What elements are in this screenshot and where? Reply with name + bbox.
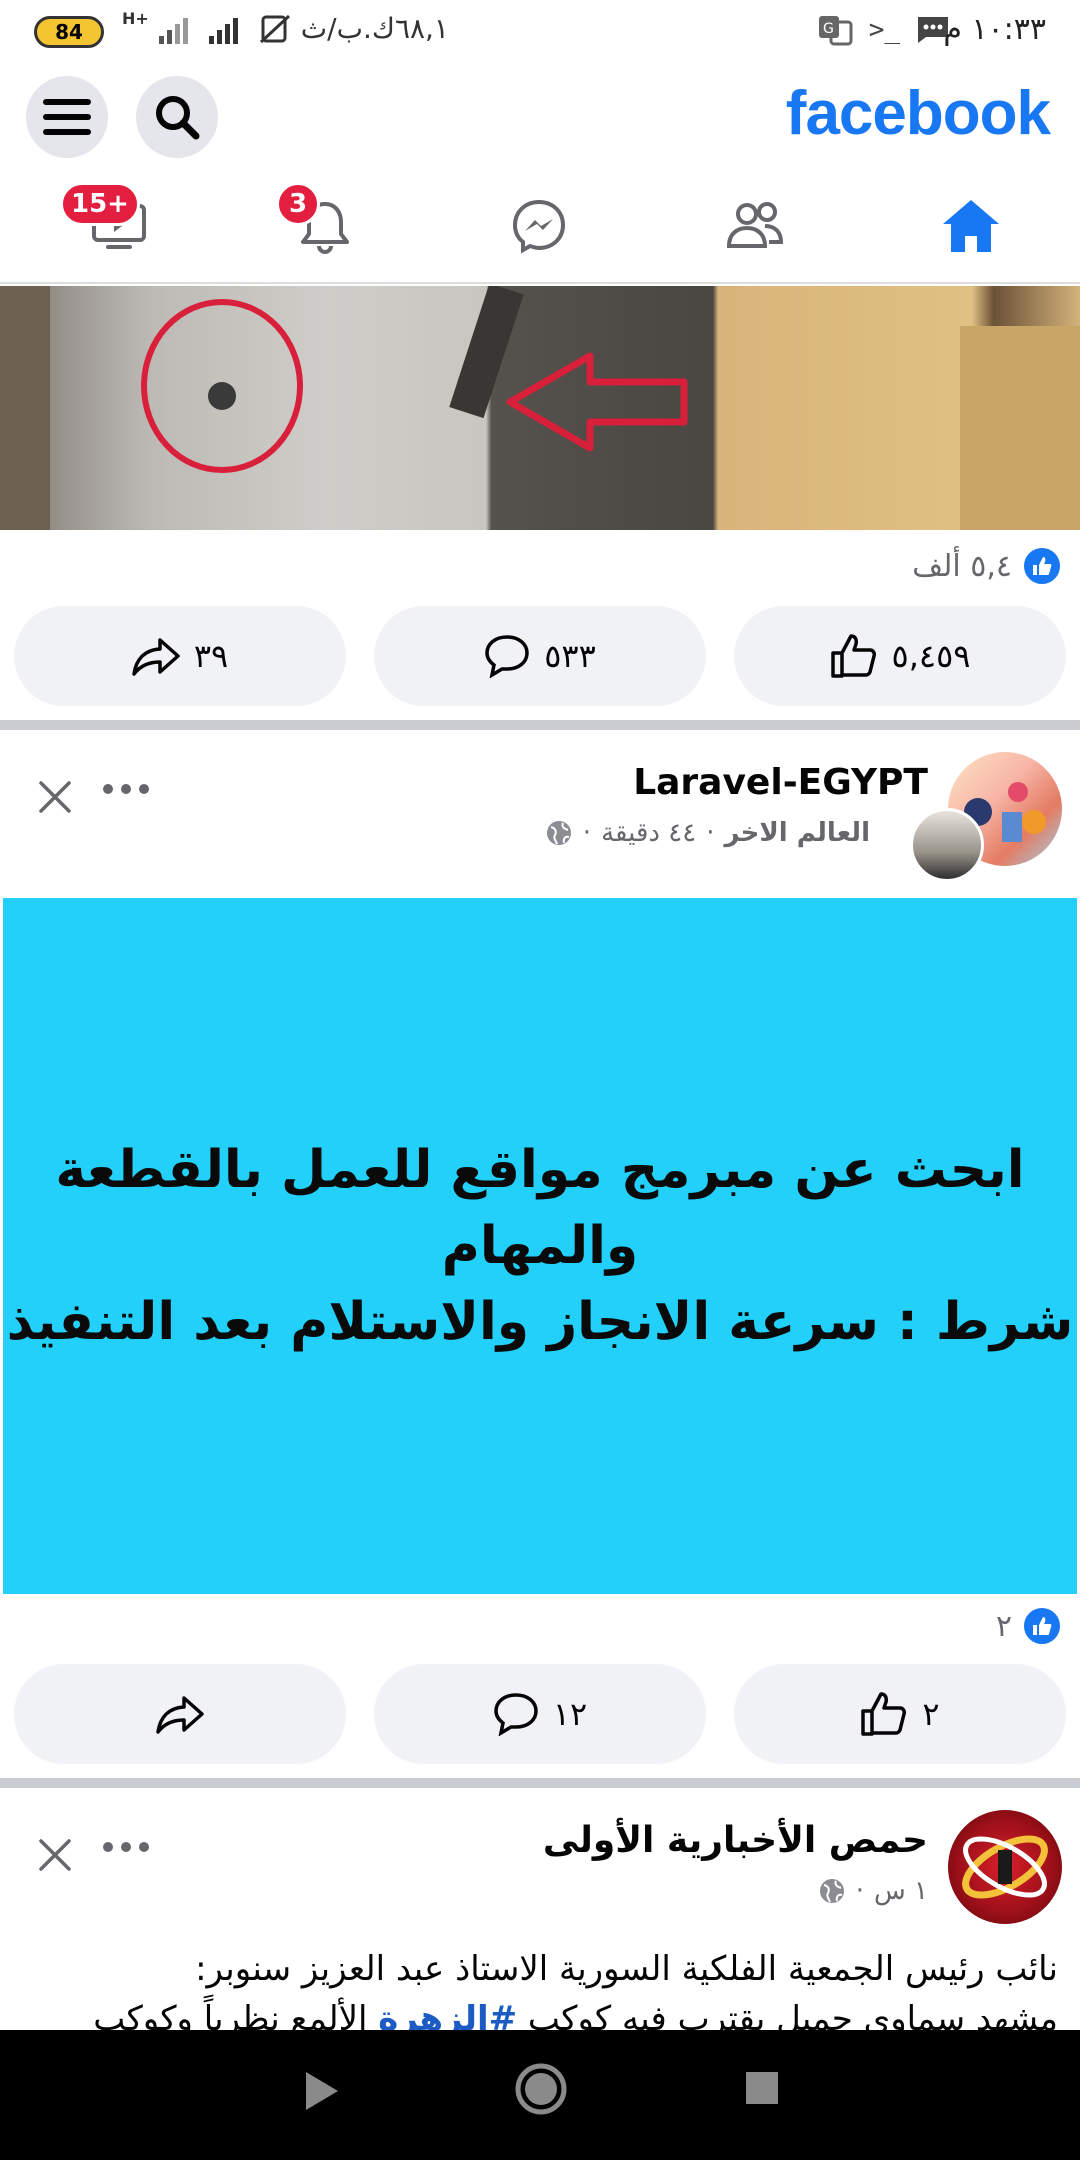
- square-recents-icon: [746, 2072, 778, 2104]
- post-image[interactable]: [0, 286, 1080, 530]
- post3-text[interactable]: نائب رئيس الجمعية الفلكية السورية الاستا…: [18, 1944, 1058, 2044]
- watch-badge: 15+: [60, 182, 140, 226]
- home-icon: [943, 200, 999, 252]
- page-name[interactable]: حمص الأخبارية الأولى: [543, 1820, 928, 1861]
- page-avatar[interactable]: [948, 1810, 1062, 1924]
- circle-home-icon: [515, 2063, 567, 2115]
- comment-icon: [485, 635, 529, 678]
- globe-icon: [546, 821, 571, 845]
- like-button[interactable]: ٥,٤٥٩: [734, 606, 1066, 706]
- post-divider: [0, 720, 1080, 730]
- comment-button[interactable]: ١٢: [374, 1664, 706, 1764]
- clock: ١٠:٣٣ م: [943, 12, 1046, 47]
- net-speed: ٦٨,١ك.ب/ث: [300, 12, 449, 45]
- post2-text-card[interactable]: ابحث عن مبرمج مواقع للعمل بالقطعة والمها…: [3, 898, 1077, 1594]
- like-icon: [830, 634, 876, 678]
- translate-icon: G: [818, 16, 853, 46]
- signal-icon-2: [208, 17, 238, 44]
- status-right-icons: G >_: [817, 14, 950, 46]
- page-name[interactable]: Laravel-EGYPT: [633, 762, 928, 803]
- like-count: ٢: [922, 1695, 940, 1733]
- tab-watch[interactable]: 15+: [60, 182, 156, 258]
- main-tab-bar: 15+ 3: [0, 168, 1080, 284]
- more-icon: [103, 784, 149, 794]
- notifications-badge: 3: [276, 182, 320, 226]
- post2-text-line1: ابحث عن مبرمج مواقع للعمل بالقطعة: [55, 1140, 1025, 1200]
- tab-friends[interactable]: [718, 194, 792, 258]
- page-logo-icon: [962, 1835, 1048, 1899]
- hide-post-button[interactable]: [38, 1838, 72, 1876]
- comment-button[interactable]: ٥٣٣: [374, 606, 706, 706]
- globe-icon: [819, 1879, 844, 1903]
- system-nav-bar: [0, 2030, 1080, 2160]
- share-button[interactable]: ٣٩: [14, 606, 346, 706]
- like-reaction-icon: [1022, 546, 1062, 586]
- svg-text:G: G: [823, 21, 834, 37]
- play-back-icon: [306, 2072, 338, 2110]
- terminal-icon: >_: [868, 15, 900, 45]
- post2-reactions[interactable]: ٢: [996, 1606, 1062, 1646]
- post1-actions: ٣٩ ٥٣٣ ٥,٤٥٩: [14, 606, 1066, 706]
- image-annotations: [0, 286, 1080, 530]
- home-button[interactable]: [514, 2062, 568, 2120]
- tab-home[interactable]: [934, 194, 1008, 258]
- post2-actions: ١٢ ٢: [14, 1664, 1066, 1764]
- post2-text-line3: شرط : سرعة الانجاز والاستلام بعد التنفيذ: [6, 1292, 1074, 1352]
- tab-messenger[interactable]: [502, 194, 576, 258]
- close-icon: [39, 781, 71, 813]
- share-icon: [156, 1696, 204, 1734]
- close-icon: [39, 1839, 71, 1871]
- menu-icon: [43, 99, 91, 135]
- tab-notifications[interactable]: 3: [276, 182, 362, 258]
- post1-reactions[interactable]: ٥,٤ ألف: [912, 546, 1062, 586]
- share-button[interactable]: [14, 1664, 346, 1764]
- facebook-logo[interactable]: facebook: [786, 78, 1051, 149]
- reactions-count: ٢: [995, 1608, 1012, 1644]
- comment-icon: [494, 1693, 538, 1736]
- share-count: ٣٩: [193, 637, 229, 675]
- menu-button[interactable]: [26, 76, 108, 158]
- status-bar: 84 H+ ٦٨,١ك.ب/ث G >_ ١٠:٣٣ م: [0, 0, 1080, 64]
- post2-header: Laravel-EGYPT العالم الاخر · ٤٤ دقيقة ·: [0, 740, 1080, 882]
- post-divider: [0, 1778, 1080, 1788]
- group-name[interactable]: العالم الاخر: [724, 818, 870, 848]
- messenger-icon: [512, 199, 566, 254]
- post-time[interactable]: ١ س: [874, 1876, 928, 1906]
- post-meta: ١ س ·: [818, 1876, 928, 1906]
- share-icon: [132, 638, 180, 676]
- reactions-count: ٥,٤ ألف: [912, 548, 1012, 584]
- recents-button[interactable]: [744, 2070, 780, 2110]
- search-icon: [156, 96, 200, 140]
- search-button[interactable]: [136, 76, 218, 158]
- like-reaction-icon: [1022, 1606, 1062, 1646]
- like-icon: [861, 1692, 907, 1736]
- post3-text-line1: نائب رئيس الجمعية الفلكية السورية الاستا…: [195, 1949, 1058, 1989]
- status-left-icons: H+ ٦٨,١ك.ب/ث: [122, 9, 449, 45]
- post2-text-line2: والمهام: [441, 1216, 639, 1276]
- more-icon: [103, 1842, 149, 1852]
- post-meta: العالم الاخر · ٤٤ دقيقة ·: [545, 818, 870, 848]
- no-sim-icon: [259, 14, 290, 43]
- group-avatar[interactable]: [910, 808, 984, 882]
- post3-header: حمص الأخبارية الأولى ١ س ·: [0, 1798, 1080, 1928]
- comment-count: ٥٣٣: [544, 637, 596, 675]
- more-options-button[interactable]: [102, 1838, 150, 1857]
- app-header: facebook: [0, 64, 1080, 168]
- comment-count: ١٢: [552, 1695, 588, 1733]
- more-options-button[interactable]: [102, 780, 150, 799]
- like-button[interactable]: ٢: [734, 1664, 1066, 1764]
- battery-indicator: 84: [34, 16, 104, 48]
- post-time[interactable]: ٤٤ دقيقة: [601, 818, 696, 848]
- back-button[interactable]: [302, 2068, 342, 2118]
- hide-post-button[interactable]: [38, 780, 72, 818]
- like-count: ٥,٤٥٩: [891, 637, 971, 675]
- friends-icon: [726, 202, 784, 248]
- network-type-label: H+: [122, 9, 149, 28]
- signal-icon: [158, 17, 188, 44]
